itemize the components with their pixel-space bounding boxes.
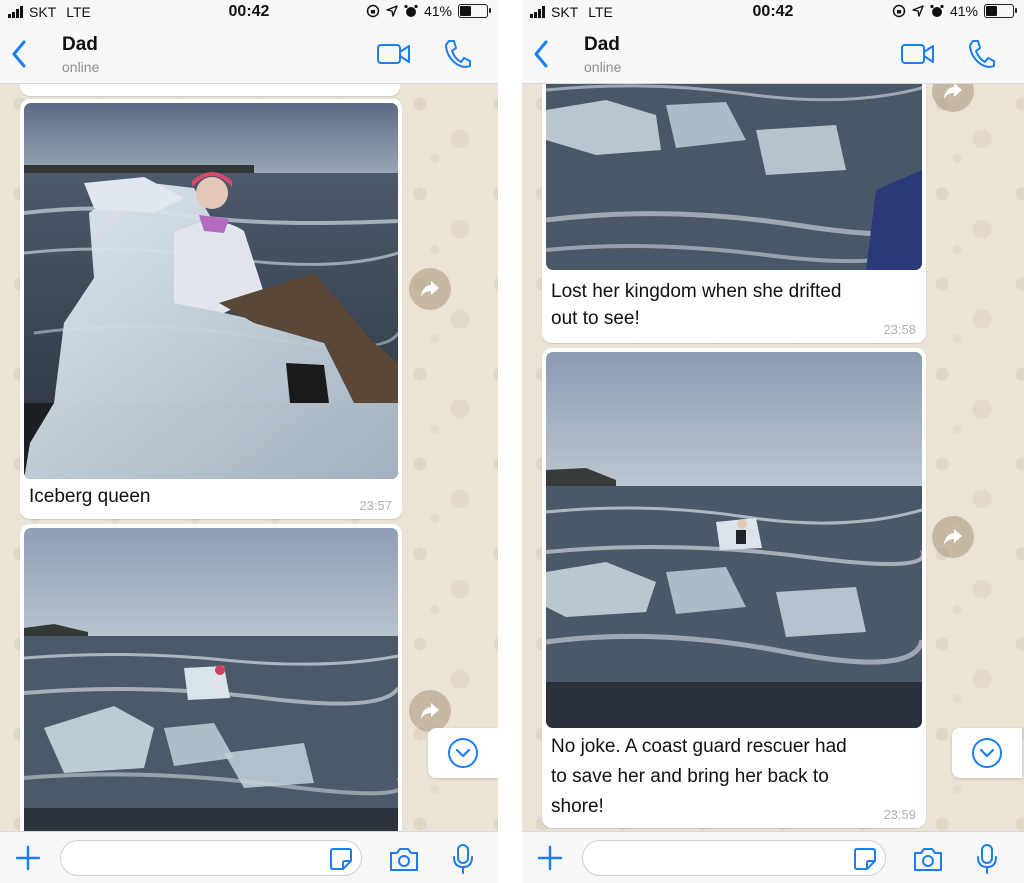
camera-icon[interactable] [912, 845, 944, 873]
microphone-icon[interactable] [452, 843, 474, 875]
contact-name[interactable]: Dad [584, 34, 620, 56]
photo-iceberg-adrift[interactable] [546, 70, 922, 270]
location-icon [912, 5, 924, 17]
screenshot-divider [498, 0, 522, 883]
photo-image [24, 103, 398, 479]
caption-line: No joke. A coast guard rescuer had [551, 736, 847, 757]
location-icon [386, 5, 398, 17]
photo-iceberg-queen[interactable] [24, 103, 398, 479]
sticker-icon[interactable] [328, 846, 354, 872]
forward-button[interactable] [409, 690, 451, 732]
phone-call-icon[interactable] [966, 38, 996, 70]
alarm-icon [930, 4, 944, 17]
message-timestamp: 23:58 [883, 322, 916, 337]
message-input-bar [522, 831, 1024, 883]
phone-call-icon[interactable] [442, 38, 472, 70]
caption-line: to save her and bring her back to [551, 766, 829, 787]
forward-button[interactable] [932, 516, 974, 558]
message-caption: Iceberg queen [29, 486, 151, 507]
photo-image [546, 352, 922, 728]
phone-screen-right: Lost her kingdom when she drifted out to… [522, 0, 1024, 883]
chevron-down-circle-icon [448, 738, 478, 768]
scroll-to-bottom-button[interactable] [428, 728, 498, 778]
message-input-bar [0, 831, 498, 883]
message-bubble[interactable]: Iceberg queen 23:57 [20, 99, 402, 519]
plus-icon[interactable] [14, 844, 42, 872]
message-caption: No joke. A coast guard rescuer had to sa… [551, 732, 847, 822]
photo-iceberg-far[interactable] [24, 528, 398, 844]
contact-status: online [584, 59, 622, 75]
status-bar: SKT LTE 00:42 41% [0, 0, 498, 26]
battery-icon [984, 4, 1017, 18]
sticker-icon[interactable] [852, 846, 878, 872]
forward-button[interactable] [409, 268, 451, 310]
forward-arrow-icon [944, 83, 962, 99]
chevron-down-circle-icon [972, 738, 1002, 768]
message-bubble[interactable]: No joke. A coast guard rescuer had to sa… [542, 348, 926, 828]
caption-line: out to see! [551, 308, 640, 329]
message-bubble[interactable]: Lost her kingdom when she drifted out to… [542, 70, 926, 343]
video-call-icon[interactable] [376, 41, 412, 67]
camera-icon[interactable] [388, 845, 420, 873]
caption-line: Lost her kingdom when she drifted [551, 281, 842, 302]
message-timestamp: 23:57 [359, 498, 392, 513]
contact-status: online [62, 59, 100, 75]
caption-line: shore! [551, 796, 604, 817]
plus-icon[interactable] [536, 844, 564, 872]
photo-image [24, 528, 398, 844]
photo-coast-guard[interactable] [546, 352, 922, 728]
contact-name[interactable]: Dad [62, 34, 98, 56]
scroll-to-bottom-button[interactable] [952, 728, 1022, 778]
microphone-icon[interactable] [976, 843, 998, 875]
message-caption: Lost her kingdom when she drifted out to… [551, 278, 841, 332]
forward-arrow-icon [421, 703, 439, 719]
chat-header: Dad online [0, 26, 498, 84]
message-input[interactable] [60, 840, 362, 876]
phone-screen-left: Iceberg queen 23:57 SKT LTE 00:42 41% Da… [0, 0, 498, 883]
battery-percent: 41% [423, 3, 452, 19]
status-right-group: 41% [892, 3, 1017, 19]
alarm-icon [404, 4, 418, 17]
status-right-group: 41% [366, 3, 491, 19]
back-chevron-icon[interactable] [530, 38, 554, 70]
message-bubble[interactable] [20, 524, 402, 844]
back-chevron-icon[interactable] [8, 38, 32, 70]
photo-image [546, 70, 922, 270]
message-input[interactable] [582, 840, 886, 876]
battery-percent: 41% [949, 3, 978, 19]
forward-arrow-icon [944, 529, 962, 545]
battery-icon [458, 4, 491, 18]
chat-header: Dad online [522, 26, 1024, 84]
status-bar: SKT LTE 00:42 41% [522, 0, 1024, 26]
message-timestamp: 23:59 [883, 807, 916, 822]
forward-arrow-icon [421, 281, 439, 297]
rotation-lock-icon [366, 4, 380, 18]
video-call-icon[interactable] [900, 41, 936, 67]
rotation-lock-icon [892, 4, 906, 18]
